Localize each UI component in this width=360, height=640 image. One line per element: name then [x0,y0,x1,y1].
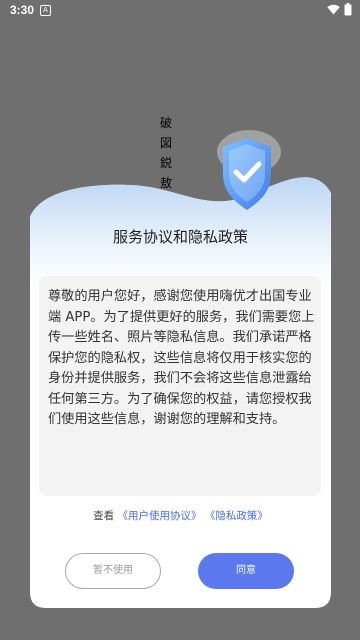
shield-check-icon [217,130,281,210]
dialog-title: 服务协议和隐私政策 [112,228,248,246]
decline-button[interactable]: 暂不使用 [65,553,161,589]
user-agreement-link[interactable]: 《用户使用协议》 [118,510,202,522]
agree-button[interactable]: 同意 [198,553,294,589]
notification-icon: A [40,5,51,16]
status-time: 3:30 [10,3,35,17]
battery-icon [344,3,352,16]
status-icons [327,3,352,16]
agreement-text: 尊敬的用户您好，感谢您使用嗨优才出国专业端 APP。为了提供更好的服务，我们需要… [48,289,315,427]
privacy-policy-link[interactable]: 《隐私政策》 [205,510,268,522]
agreement-links: 查看 《用户使用协议》 《隐私政策》 [30,508,331,523]
status-bar: 3:30 A [0,0,360,22]
wifi-icon [327,4,340,15]
links-prefix: 查看 [93,510,115,522]
